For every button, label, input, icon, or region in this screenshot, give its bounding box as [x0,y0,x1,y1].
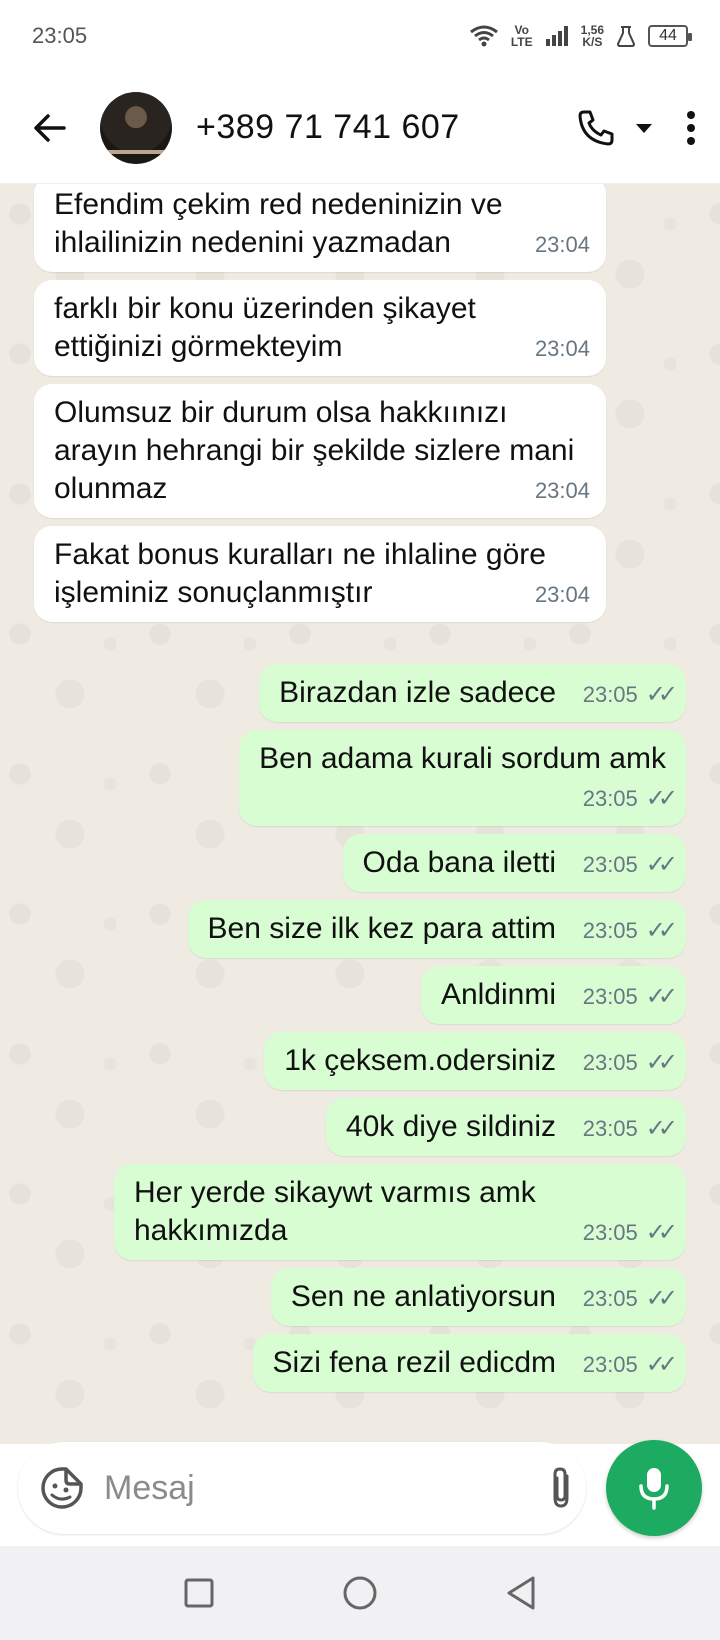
wifi-icon [469,25,498,47]
signal-icon [545,26,568,46]
read-receipt-icon: ✓✓ [645,681,678,708]
message-bubble-outgoing[interactable]: Her yerde sikaywt varmıs amk hakkımızda … [114,1164,686,1260]
call-options-button[interactable] [634,118,654,138]
triangle-back-icon [507,1576,535,1610]
message-text: Anldinmi [440,978,556,1011]
message-bubble-outgoing[interactable]: 40k diye sildiniz 23:05 ✓✓ [325,1098,686,1156]
avatar[interactable] [100,91,172,164]
status-bar: 23:05 Vo LTE 1,56 K/S 44 [0,0,720,72]
message-bubble-outgoing[interactable]: Sizi fena rezil edicdm 23:05 ✓✓ [252,1334,686,1392]
volte-bottom: LTE [510,35,533,49]
message-text: Ben size ilk kez para attim [207,912,556,945]
message-text: Ben adama kurali sordum amk [259,742,666,775]
read-receipt-icon: ✓✓ [645,1115,678,1142]
read-receipt-icon: ✓✓ [645,983,678,1010]
message-time: 23:04 [534,336,590,361]
message-time: 23:04 [534,582,590,607]
message-text: Sizi fena rezil edicdm [272,1346,556,1379]
call-button[interactable] [576,108,616,148]
message-bubble-outgoing[interactable]: Oda bana iletti 23:05 ✓✓ [342,834,686,892]
message-bubble-outgoing[interactable]: 1k çeksem.odersiniz 23:05 ✓✓ [264,1032,686,1090]
contact-name[interactable]: +389 71 741 607 [196,108,576,147]
message-time: 23:05 [582,786,638,811]
read-receipt-icon: ✓✓ [645,1351,678,1378]
system-back-button[interactable] [505,1575,537,1611]
mic-icon [639,1468,669,1510]
home-button[interactable] [342,1575,378,1611]
flask-icon [616,26,636,47]
battery-indicator: 44 [648,25,692,47]
message-time: 23:05 [582,1116,638,1141]
message-bubble-incoming[interactable]: Efendim çekim red nedeninizin ve ihlaili… [34,184,606,272]
read-receipt-icon: ✓✓ [645,851,678,878]
message-time: 23:05 [582,1286,638,1311]
chat-area[interactable]: Efendim çekim red nedeninizin ve ihlaili… [0,184,720,1444]
message-text: farklı bir konu üzerinden şikayet ettiği… [54,292,476,363]
read-receipt-icon: ✓✓ [645,917,678,944]
read-receipt-icon: ✓✓ [645,1049,678,1076]
message-text: Efendim çekim red nedeninizin ve ihlaili… [54,188,503,259]
attach-button[interactable] [547,1466,575,1510]
more-options-button[interactable] [686,110,696,146]
arrow-left-icon [34,113,66,142]
message-time: 23:05 [582,918,638,943]
speed-bottom: K/S [582,35,603,49]
message-time: 23:04 [534,232,590,257]
status-time: 23:05 [32,23,88,48]
message-bubble-incoming[interactable]: Fakat bonus kuralları ne ihlaline göre i… [34,526,606,622]
message-text: Olumsuz bir durum olsa hakkıınızı arayın… [54,396,575,505]
caret-down-icon [636,123,652,133]
message-time: 23:05 [582,682,638,707]
message-input[interactable] [104,1468,547,1508]
message-text: Sen ne anlatiyorsun [290,1280,556,1313]
message-bubble-outgoing[interactable]: Birazdan izle sadece 23:05 ✓✓ [259,664,686,722]
sticker-button[interactable] [40,1466,84,1510]
message-bubble-outgoing[interactable]: Ben adama kurali sordum amk 23:05 ✓✓ [239,730,686,826]
network-speed: 1,56 K/S [581,24,604,48]
message-composer [18,1442,656,1534]
chat-header: +389 71 741 607 [0,72,720,184]
phone-icon [578,110,614,145]
back-button[interactable] [0,72,100,183]
header-actions [576,108,696,148]
battery-level: 44 [659,27,677,44]
message-text: Birazdan izle sadece [279,676,556,709]
message-text: 40k diye sildiniz [345,1110,556,1143]
recents-button[interactable] [183,1577,215,1609]
system-navigation-bar [0,1546,720,1640]
message-time: 23:05 [582,984,638,1009]
message-bubble-outgoing[interactable]: Sen ne anlatiyorsun 23:05 ✓✓ [270,1268,686,1326]
message-bubble-outgoing[interactable]: Ben size ilk kez para attim 23:05 ✓✓ [187,900,686,958]
message-time: 23:05 [582,1352,638,1377]
message-bubble-incoming[interactable]: Olumsuz bir durum olsa hakkıınızı arayın… [34,384,606,518]
paperclip-icon [553,1467,569,1508]
message-time: 23:04 [534,478,590,503]
sticker-icon [41,1467,83,1509]
message-bubble-outgoing[interactable]: Anldinmi 23:05 ✓✓ [420,966,686,1024]
volte-indicator: Vo LTE [511,24,533,48]
status-icons: Vo LTE 1,56 K/S 44 [469,24,692,48]
message-time: 23:05 [582,852,638,877]
circle-icon [343,1576,377,1610]
more-vertical-icon [687,110,695,145]
message-text: Fakat bonus kuralları ne ihlaline göre i… [54,538,546,609]
message-text: Oda bana iletti [362,846,556,879]
voice-record-button[interactable] [606,1440,702,1536]
message-time: 23:05 [582,1050,638,1075]
message-text: 1k çeksem.odersiniz [284,1044,556,1077]
read-receipt-icon: ✓✓ [645,785,678,812]
message-time: 23:05 [582,1220,638,1245]
read-receipt-icon: ✓✓ [645,1219,678,1246]
read-receipt-icon: ✓✓ [645,1285,678,1312]
square-icon [184,1578,214,1608]
message-bubble-incoming[interactable]: farklı bir konu üzerinden şikayet ettiği… [34,280,606,376]
